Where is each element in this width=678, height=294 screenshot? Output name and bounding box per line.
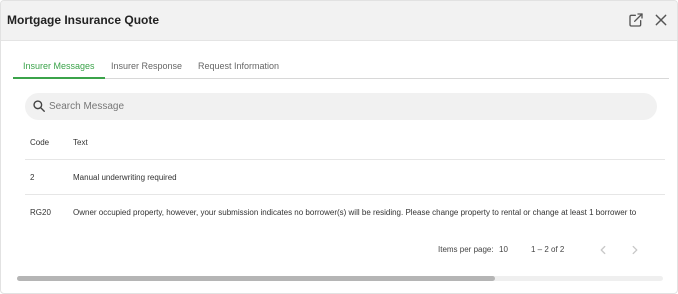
tab-insurer-messages[interactable]: Insurer Messages: [13, 55, 105, 79]
chevron-right-icon[interactable]: [628, 243, 642, 257]
search-input[interactable]: [49, 97, 639, 116]
search-bar: [25, 93, 657, 120]
messages-table: Code Text 2 Manual underwriting required…: [25, 125, 665, 230]
table-header-row: Code Text: [25, 125, 665, 160]
table-row: 2 Manual underwriting required: [25, 160, 665, 195]
close-icon[interactable]: [653, 12, 669, 28]
row-code: RG20: [30, 208, 51, 217]
mortgage-insurance-quote-dialog: Mortgage Insurance Quote Insurer Message…: [0, 0, 678, 294]
table-row: RG20 Owner occupied property, however, y…: [25, 195, 665, 230]
dialog-title: Mortgage Insurance Quote: [7, 13, 160, 27]
items-per-page-label: Items per page:: [438, 245, 494, 254]
items-per-page-select[interactable]: 10: [499, 245, 508, 254]
row-text: Owner occupied property, however, your s…: [73, 208, 637, 217]
scrollbar-thumb[interactable]: [17, 276, 496, 281]
tab-insurer-response[interactable]: Insurer Response: [101, 55, 192, 79]
chevron-left-icon[interactable]: [596, 243, 610, 257]
open-in-new-icon[interactable]: [628, 12, 644, 28]
tab-request-information[interactable]: Request Information: [188, 55, 289, 79]
row-text: Manual underwriting required: [73, 172, 177, 182]
tab-bar: Insurer Messages Insurer Response Reques…: [13, 55, 669, 79]
horizontal-scrollbar[interactable]: [17, 276, 663, 281]
row-code: 2: [30, 172, 35, 182]
page-range-label: 1 – 2 of 2: [531, 245, 565, 254]
dialog-header: Mortgage Insurance Quote: [1, 1, 677, 41]
paginator: Items per page: 10 1 – 2 of 2: [1, 242, 677, 260]
search-icon: [32, 99, 46, 113]
column-header-code: Code: [30, 137, 50, 147]
column-header-text: Text: [73, 137, 88, 147]
